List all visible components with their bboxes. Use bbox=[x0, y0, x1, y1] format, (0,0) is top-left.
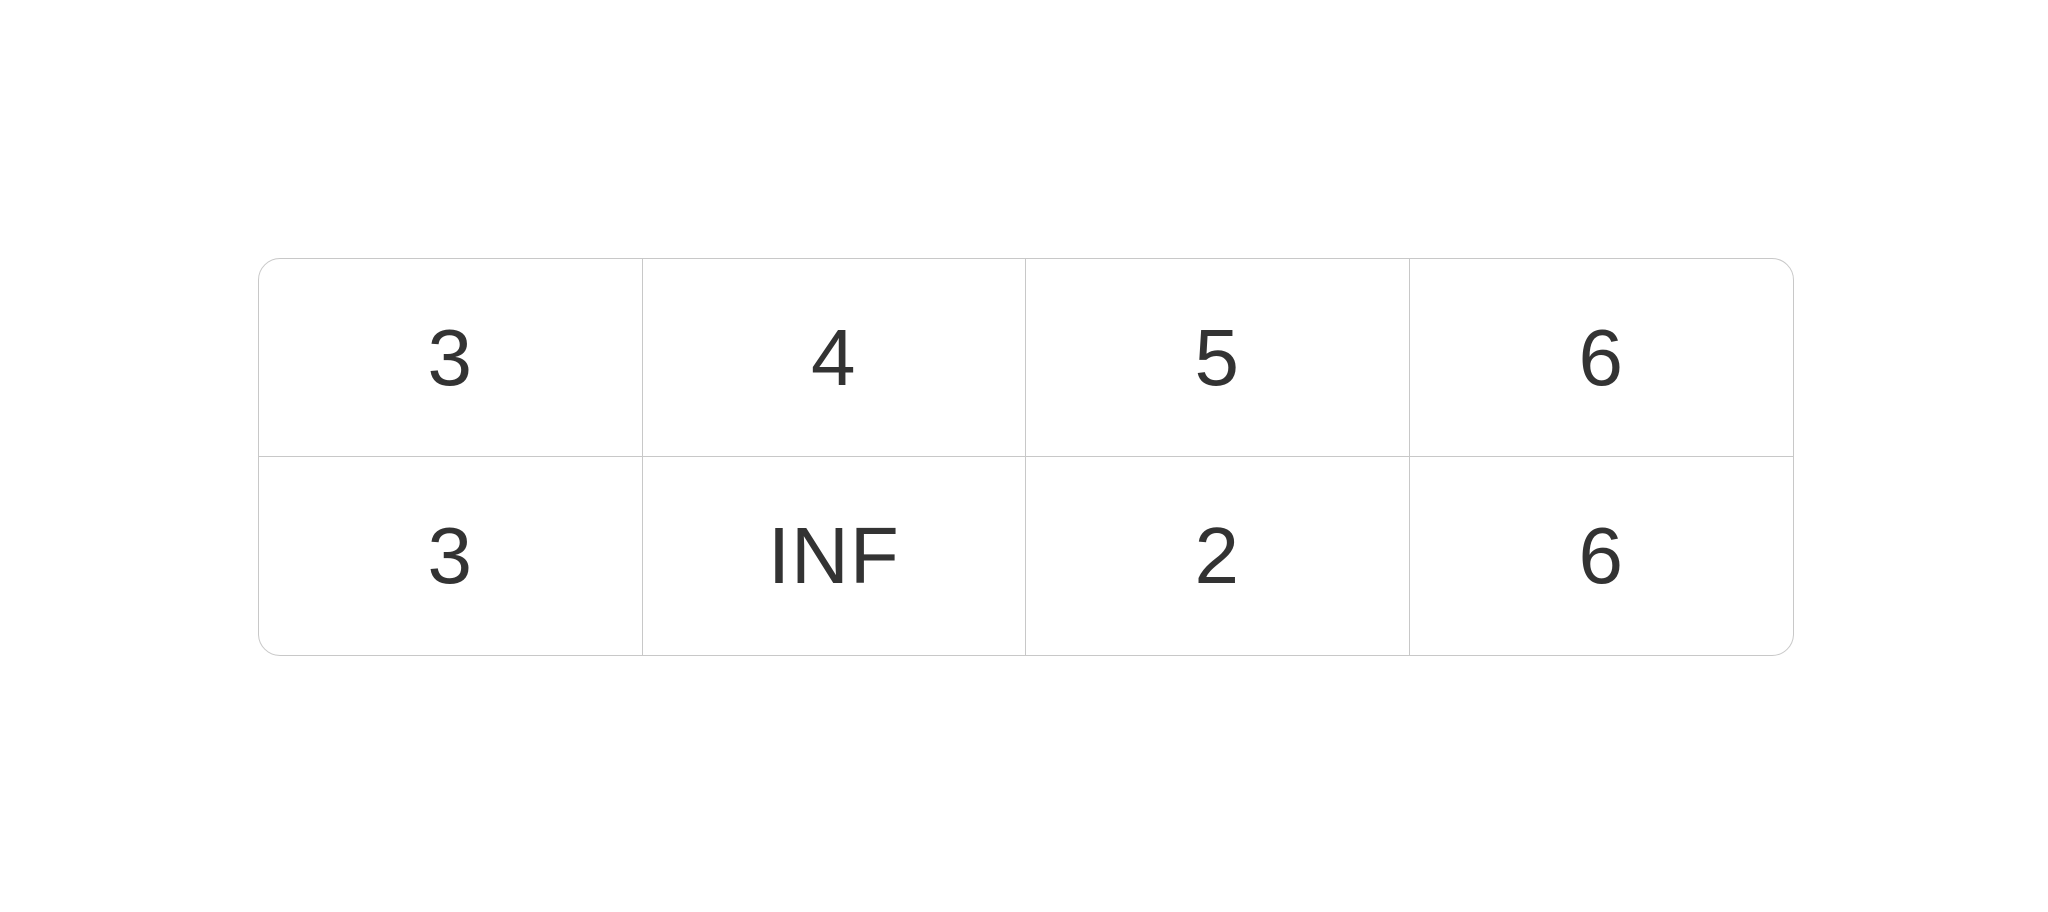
grid-cell: 3 bbox=[259, 457, 643, 655]
grid-cell: 6 bbox=[1578, 511, 1624, 600]
grid-cell: INF bbox=[643, 457, 1026, 655]
grid-cell: 5 bbox=[1026, 259, 1410, 457]
grid-cell: 3 bbox=[259, 259, 643, 457]
value-grid: 3 4 5 6 3 INF 2 6 bbox=[258, 258, 1794, 656]
grid-cell: 2 bbox=[1026, 457, 1410, 655]
grid-cell: 4 bbox=[642, 259, 1026, 457]
grid-cell: 6 bbox=[1409, 259, 1793, 457]
